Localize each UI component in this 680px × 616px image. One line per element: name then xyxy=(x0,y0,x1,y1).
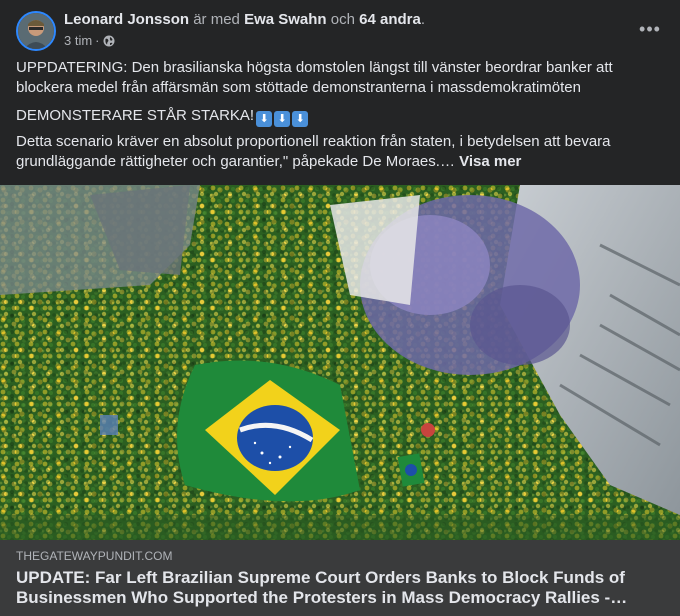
paragraph-2: DEMONSTERARE STÅR STARKA! ⬇ ⬇ ⬇ xyxy=(16,106,664,127)
paragraph-1: UPPDATERING: Den brasilianska högsta dom… xyxy=(16,59,613,96)
link-domain: THEGATEWAYPUNDIT.COM xyxy=(16,549,173,563)
post-time[interactable]: 3 tim xyxy=(64,33,92,49)
protest-crowd-image xyxy=(0,185,680,540)
brazil-flag xyxy=(177,360,360,502)
and-text: och xyxy=(330,11,355,28)
author-line: Leonard Jonsson är med Ewa Swahn och 64 … xyxy=(64,11,425,29)
period: . xyxy=(420,11,425,28)
with-text: är med xyxy=(193,11,240,28)
more-options-button[interactable]: ••• xyxy=(636,17,664,41)
paragraph-3: Detta scenario kräver en absolut proport… xyxy=(16,132,664,172)
globe-icon[interactable] xyxy=(103,35,115,47)
more-options-icon: ••• xyxy=(639,18,661,39)
post-meta: 3 tim · xyxy=(64,33,115,49)
feed-post: Leonard Jonsson är med Ewa Swahn och 64 … xyxy=(0,0,680,616)
meta-separator: · xyxy=(95,33,100,48)
down-arrow-icon: ⬇ xyxy=(274,111,291,127)
paragraph-2-text: DEMONSTERARE STÅR STARKA! xyxy=(16,107,255,124)
tagged-name[interactable]: Ewa Swahn xyxy=(244,11,327,28)
link-preview-caption[interactable]: THEGATEWAYPUNDIT.COM UPDATE: Far Left Br… xyxy=(0,540,680,616)
others-link[interactable]: 64 andra xyxy=(359,11,421,28)
down-arrow-icon: ⬇ xyxy=(256,111,273,127)
post-header: Leonard Jonsson är med Ewa Swahn och 64 … xyxy=(16,11,664,51)
author-avatar[interactable] xyxy=(16,11,56,51)
link-preview-image[interactable] xyxy=(0,185,680,540)
see-more-link[interactable]: Visa mer xyxy=(459,153,521,170)
avatar-image xyxy=(18,13,54,49)
down-arrow-icon: ⬇ xyxy=(292,111,309,127)
link-title[interactable]: UPDATE: Far Left Brazilian Supreme Court… xyxy=(16,568,664,608)
author-name[interactable]: Leonard Jonsson xyxy=(64,11,189,28)
